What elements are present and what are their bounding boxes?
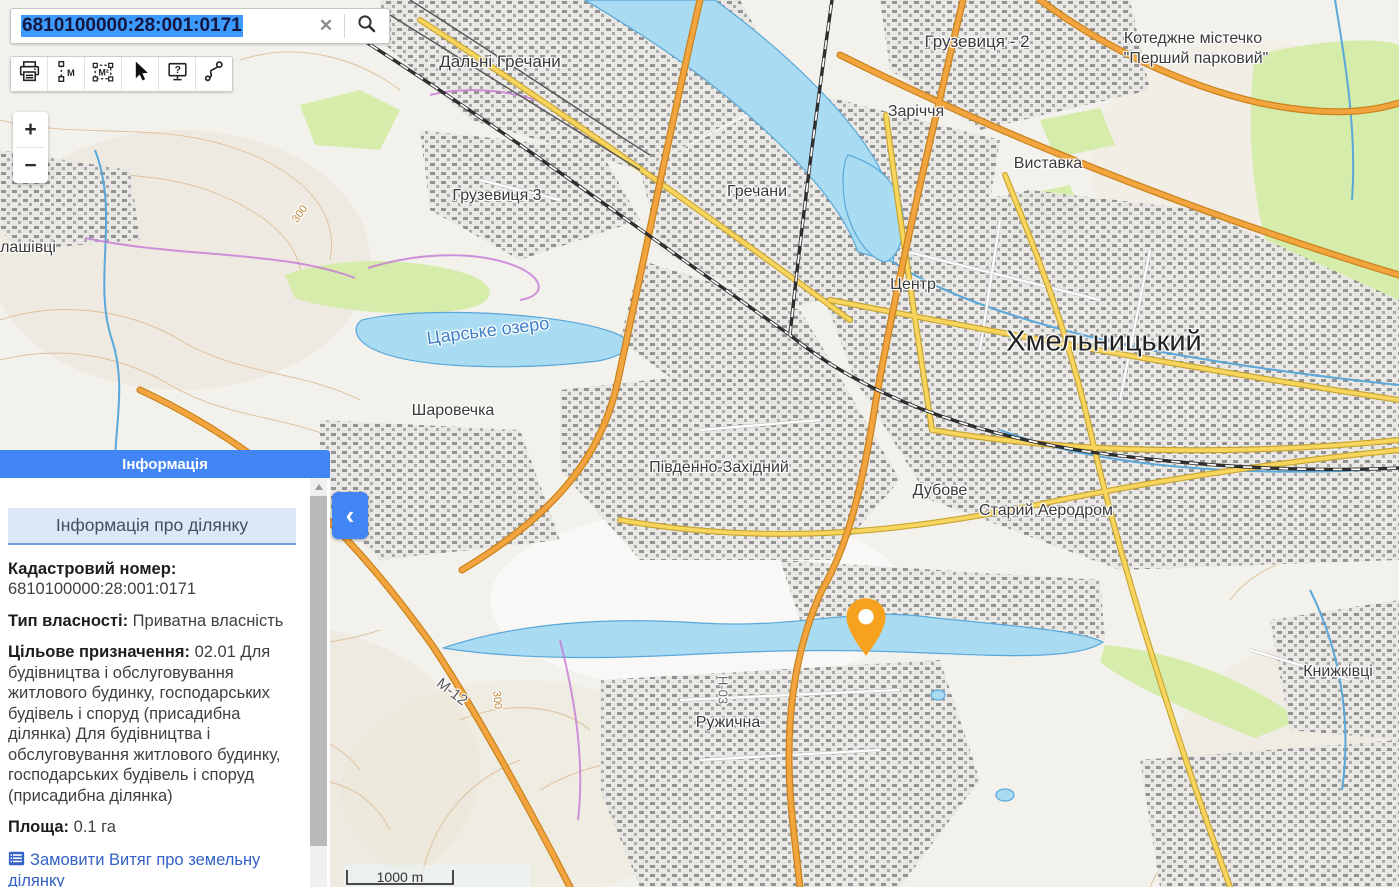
measure-area-icon: M² xyxy=(91,59,116,89)
cursor-icon xyxy=(128,59,153,89)
route-icon xyxy=(202,59,227,89)
chevron-left-icon: ‹ xyxy=(346,500,355,531)
zoom-control: + − xyxy=(13,112,48,183)
document-list-icon xyxy=(8,850,25,871)
measure-length-button[interactable]: M xyxy=(48,57,85,91)
svg-text:?: ? xyxy=(174,65,180,76)
field-label: Цільове призначення: xyxy=(8,643,190,661)
measure-length-icon: M xyxy=(54,59,79,89)
clear-search-button[interactable]: ✕ xyxy=(308,16,344,36)
field-label: Площа: xyxy=(8,818,69,836)
search-icon xyxy=(355,12,379,41)
field-value: Приватна власність xyxy=(133,612,284,630)
field-value: 6810100000:28:001:0171 xyxy=(8,579,296,599)
scrollbar-thumb[interactable] xyxy=(310,496,327,846)
search-bar: 6810100000:28:001:0171 ✕ xyxy=(10,8,390,44)
map-application: Дальні ГречаниГрузевиця - 2Котеджне міст… xyxy=(0,0,1399,887)
zoom-in-button[interactable]: + xyxy=(13,112,48,147)
search-button[interactable] xyxy=(345,9,389,43)
help-button[interactable]: ? xyxy=(159,57,196,91)
panel-scrollbar[interactable] xyxy=(310,478,327,887)
print-button[interactable] xyxy=(11,57,48,91)
help-monitor-icon: ? xyxy=(165,59,190,89)
field-value: 02.01 Для будівництва і обслуговування ж… xyxy=(8,643,281,804)
field-value: 0.1 га xyxy=(74,818,116,836)
field-ownership-type: Тип власності: Приватна власність xyxy=(8,611,296,631)
measure-area-button[interactable]: M² xyxy=(85,57,122,91)
printer-icon xyxy=(17,59,42,89)
field-cadastral-number: Кадастровий номер: 6810100000:28:001:017… xyxy=(8,559,296,600)
field-label: Тип власності: xyxy=(8,612,128,630)
pointer-button[interactable] xyxy=(122,57,159,91)
field-label: Кадастровий номер: xyxy=(8,559,296,579)
map-toolbar: M M² xyxy=(10,56,233,92)
field-designated-purpose: Цільове призначення: 02.01 Для будівницт… xyxy=(8,642,296,806)
info-panel: Інформація Інформація про ділянку Кадаст… xyxy=(0,450,330,887)
route-button[interactable] xyxy=(196,57,232,91)
parcel-info-subheader[interactable]: Інформація про ділянку xyxy=(8,508,296,545)
triangle-up-icon xyxy=(315,484,323,490)
field-area: Площа: 0.1 га xyxy=(8,817,296,837)
link-label: Замовити Витяг про земельну ділянку xyxy=(8,851,260,887)
link-order-extract[interactable]: Замовити Витяг про земельну ділянку xyxy=(8,850,296,887)
scrollbar-up-button[interactable] xyxy=(310,478,327,495)
search-input-selected-text: 6810100000:28:001:0171 xyxy=(21,15,243,37)
svg-text:M²: M² xyxy=(98,67,108,77)
collapse-panel-button[interactable]: ‹ xyxy=(332,492,368,539)
svg-text:M: M xyxy=(67,68,75,78)
search-input[interactable]: 6810100000:28:001:0171 xyxy=(21,15,308,37)
location-marker[interactable] xyxy=(843,596,889,663)
info-panel-header[interactable]: Інформація xyxy=(0,450,330,478)
scale-bar-label: 1000 m xyxy=(346,870,454,885)
scale-bar: 1000 m xyxy=(344,865,530,887)
zoom-out-button[interactable]: − xyxy=(13,148,48,183)
info-panel-body: Інформація про ділянку Кадастровий номер… xyxy=(0,478,330,887)
